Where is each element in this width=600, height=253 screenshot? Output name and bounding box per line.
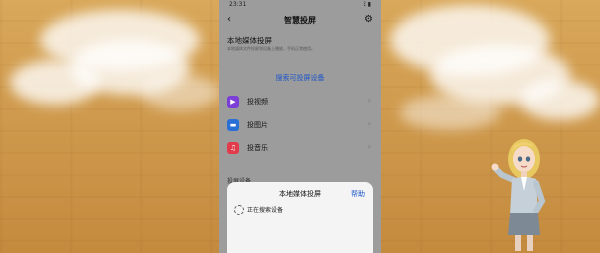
local-media-subtitle: 本地媒体文件投屏到设备上播放，手机正常使用。 bbox=[227, 46, 315, 51]
cast-video-item[interactable]: ▶ 投视频 › bbox=[225, 94, 375, 112]
nav-bar: ‹ 智慧投屏 ⚙ bbox=[219, 12, 381, 30]
local-media-title: 本地媒体投屏 bbox=[227, 36, 272, 45]
phone-screen: 23:31 ⟟ ▮ ‹ 智慧投屏 ⚙ 本地媒体投屏 本地媒体文件投屏到设备上播放… bbox=[219, 0, 381, 253]
chevron-right-icon: › bbox=[367, 96, 371, 105]
loading-spinner-icon bbox=[234, 205, 244, 215]
cast-music-label: 投音乐 bbox=[247, 144, 268, 152]
gear-icon[interactable]: ⚙ bbox=[364, 14, 373, 25]
searching-status: 正在搜索设备 bbox=[247, 207, 284, 214]
play-icon: ▶ bbox=[227, 96, 239, 108]
cast-photo-item[interactable]: ▬ 投图片 › bbox=[225, 117, 375, 135]
status-icons: ⟟ ▮ bbox=[363, 1, 371, 8]
cast-photo-label: 投图片 bbox=[247, 121, 268, 129]
status-bar: 23:31 ⟟ ▮ bbox=[219, 0, 381, 10]
cast-music-item[interactable]: ♫ 投音乐 › bbox=[225, 140, 375, 158]
mascot-avatar bbox=[491, 139, 546, 251]
cloud bbox=[140, 75, 220, 110]
chevron-right-icon: › bbox=[367, 119, 371, 128]
page-title: 智慧投屏 bbox=[284, 16, 316, 25]
bottom-sheet: 本地媒体投屏 帮助 正在搜索设备 bbox=[227, 182, 373, 253]
help-button[interactable]: 帮助 bbox=[351, 189, 365, 199]
cloud bbox=[10, 60, 100, 105]
cast-video-label: 投视频 bbox=[247, 98, 268, 106]
music-icon: ♫ bbox=[227, 142, 239, 154]
cloud bbox=[520, 80, 600, 120]
image-icon: ▬ bbox=[227, 119, 239, 131]
chevron-right-icon: › bbox=[367, 142, 371, 151]
cloud bbox=[400, 95, 500, 130]
search-devices-link[interactable]: 搜索可投屏设备 bbox=[219, 73, 381, 83]
status-time: 23:31 bbox=[229, 1, 247, 8]
